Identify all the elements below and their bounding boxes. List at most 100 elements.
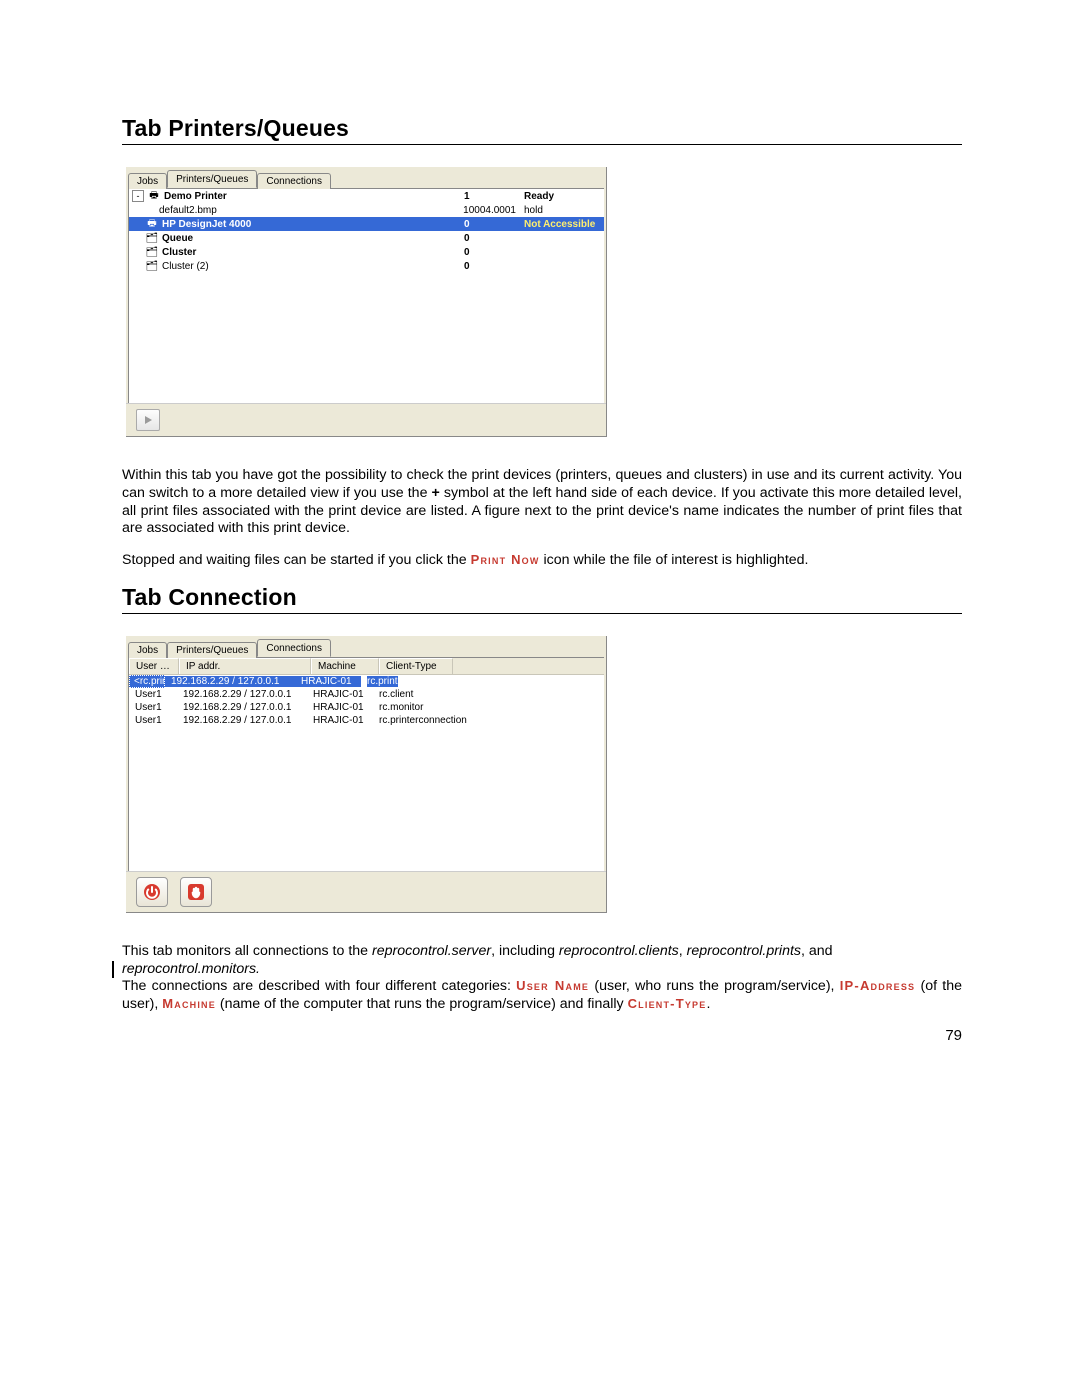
column-header-user[interactable]: User … xyxy=(129,658,179,674)
cell-client: rc.print xyxy=(367,676,398,687)
plus-symbol: + xyxy=(432,485,440,501)
expander-icon[interactable]: - xyxy=(132,190,144,202)
column-header-machine[interactable]: Machine xyxy=(311,658,379,674)
connections-para-2: The connections are described with four … xyxy=(122,978,962,1014)
tree-row-hp-designjet[interactable]: 🖶 HP DesignJet 4000 0 Not Accessible xyxy=(129,217,604,231)
tree-row-name: Cluster (2) xyxy=(162,261,464,272)
text-span: This tab monitors all connections to the xyxy=(122,943,372,959)
printers-para-2: Stopped and waiting files can be started… xyxy=(122,552,962,570)
cell-machine: HRAJIC-01 xyxy=(295,676,361,687)
page-number: 79 xyxy=(945,1027,962,1044)
text-span: The connections are described with four … xyxy=(122,978,516,994)
tree-row-status: hold xyxy=(524,205,604,216)
cell-machine: HRAJIC-01 xyxy=(307,702,373,713)
heading-printers-queues: Tab Printers/Queues xyxy=(122,115,962,145)
cell-client: rc.client xyxy=(373,689,505,700)
queue-icon: 🗂 xyxy=(145,233,159,244)
tree-row-cluster[interactable]: 🗂 Cluster 0 xyxy=(129,245,604,259)
tree-row-name: Demo Printer xyxy=(164,191,464,202)
hand-icon xyxy=(187,883,205,901)
change-bar-line: reprocontrol.monitors. xyxy=(122,961,962,979)
cluster-icon: 🗂 xyxy=(145,261,159,272)
print-now-button[interactable] xyxy=(136,409,160,431)
cell-user: User1 xyxy=(129,689,177,700)
printer-icon: 🖶 xyxy=(147,188,161,205)
connections-tabstrip: Jobs Printers/Queues Connections xyxy=(126,636,606,657)
tab-connections[interactable]: Connections xyxy=(257,639,331,657)
tree-row-value: 1 xyxy=(464,191,524,202)
connections-para-1: This tab monitors all connections to the… xyxy=(122,943,962,961)
printers-panel: Jobs Printers/Queues Connections - 🖶 Dem… xyxy=(126,167,607,437)
tab-jobs[interactable]: Jobs xyxy=(128,173,167,189)
printers-tree[interactable]: - 🖶 Demo Printer 1 Ready default2.bmp 10… xyxy=(129,189,604,403)
connections-list[interactable]: <rc.print> 192.168.2.29 / 127.0.0.1 HRAJ… xyxy=(129,675,604,871)
tree-row-default2bmp[interactable]: default2.bmp 10004.0001 hold xyxy=(129,203,604,217)
tree-row-status: Ready xyxy=(524,191,604,202)
power-icon xyxy=(143,883,161,901)
play-icon xyxy=(143,415,153,425)
cell-machine: HRAJIC-01 xyxy=(307,689,373,700)
text-span: , including xyxy=(491,943,559,959)
product-name: reprocontrol.clients xyxy=(559,943,679,959)
tree-row-demo-printer[interactable]: - 🖶 Demo Printer 1 Ready xyxy=(129,189,604,203)
power-button[interactable] xyxy=(136,877,168,907)
tree-row-value: 0 xyxy=(464,233,524,244)
tree-row-name: HP DesignJet 4000 xyxy=(162,219,464,230)
printers-para-1: Within this tab you have got the possibi… xyxy=(122,467,962,538)
category-client-type: Client-Type xyxy=(628,996,707,1011)
tree-row-name: default2.bmp xyxy=(129,205,456,216)
hand-button[interactable] xyxy=(180,877,212,907)
connections-panel: Jobs Printers/Queues Connections User … … xyxy=(126,636,607,913)
tree-row-value: 0 xyxy=(464,247,524,258)
cell-client: rc.printerconnection xyxy=(373,715,505,726)
category-machine: Machine xyxy=(162,996,216,1011)
tab-jobs[interactable]: Jobs xyxy=(128,642,167,658)
connections-panel-footer xyxy=(126,871,606,912)
tree-row-value: 0 xyxy=(464,261,524,272)
tree-row-queue[interactable]: 🗂 Queue 0 xyxy=(129,231,604,245)
conn-row[interactable]: User1 192.168.2.29 / 127.0.0.1 HRAJIC-01… xyxy=(129,688,604,701)
product-name: reprocontrol.server xyxy=(372,943,491,959)
cluster-icon: 🗂 xyxy=(145,247,159,258)
cell-user: User1 xyxy=(129,702,177,713)
text-span: icon while the file of interest is highl… xyxy=(540,552,809,568)
printer-icon: 🖶 xyxy=(145,216,159,233)
product-name: reprocontrol.prints xyxy=(687,943,801,959)
text-span: (user, who runs the program/service), xyxy=(589,978,840,994)
text-span: . xyxy=(706,996,710,1012)
connections-description: This tab monitors all connections to the… xyxy=(122,943,962,1014)
category-ip-address: IP-Address xyxy=(840,978,916,993)
tab-printers-queues[interactable]: Printers/Queues xyxy=(167,170,257,188)
tab-connections[interactable]: Connections xyxy=(257,173,331,189)
tree-row-cluster-2[interactable]: 🗂 Cluster (2) 0 xyxy=(129,259,604,273)
tree-row-name: Queue xyxy=(162,233,464,244)
change-bar-icon xyxy=(112,961,114,979)
text-span: (name of the computer that runs the prog… xyxy=(216,996,628,1012)
category-user-name: User Name xyxy=(516,978,589,993)
tree-row-status: Not Accessible xyxy=(524,219,604,230)
product-name: reprocontrol.monitors. xyxy=(122,961,962,979)
print-now-smallcaps: Print Now xyxy=(471,552,540,567)
conn-row[interactable]: User1 192.168.2.29 / 127.0.0.1 HRAJIC-01… xyxy=(129,701,604,714)
cell-user: User1 xyxy=(129,715,177,726)
cell-user: <rc.print> xyxy=(129,675,165,688)
column-header-client-type[interactable]: Client-Type xyxy=(379,658,453,674)
conn-row[interactable]: <rc.print> 192.168.2.29 / 127.0.0.1 HRAJ… xyxy=(129,675,604,688)
tab-printers-queues[interactable]: Printers/Queues xyxy=(167,642,257,658)
text-span: , xyxy=(679,943,687,959)
tree-row-name: Cluster xyxy=(162,247,464,258)
printers-tabstrip: Jobs Printers/Queues Connections xyxy=(126,167,606,188)
column-header-ip[interactable]: IP addr. xyxy=(179,658,311,674)
cell-ip: 192.168.2.29 / 127.0.0.1 xyxy=(177,689,307,700)
connections-header-row: User … IP addr. Machine Client-Type xyxy=(129,658,604,675)
cell-ip: 192.168.2.29 / 127.0.0.1 xyxy=(177,715,307,726)
printers-panel-footer xyxy=(126,403,606,436)
text-span: , and xyxy=(801,943,833,959)
conn-row[interactable]: User1 192.168.2.29 / 127.0.0.1 HRAJIC-01… xyxy=(129,714,604,727)
cell-client: rc.monitor xyxy=(373,702,505,713)
cell-ip: 192.168.2.29 / 127.0.0.1 xyxy=(177,702,307,713)
cell-ip: 192.168.2.29 / 127.0.0.1 xyxy=(165,676,295,687)
printers-description: Within this tab you have got the possibi… xyxy=(122,467,962,570)
tree-row-value: 0 xyxy=(464,219,524,230)
tree-row-value: 10004.0001 xyxy=(456,205,524,216)
